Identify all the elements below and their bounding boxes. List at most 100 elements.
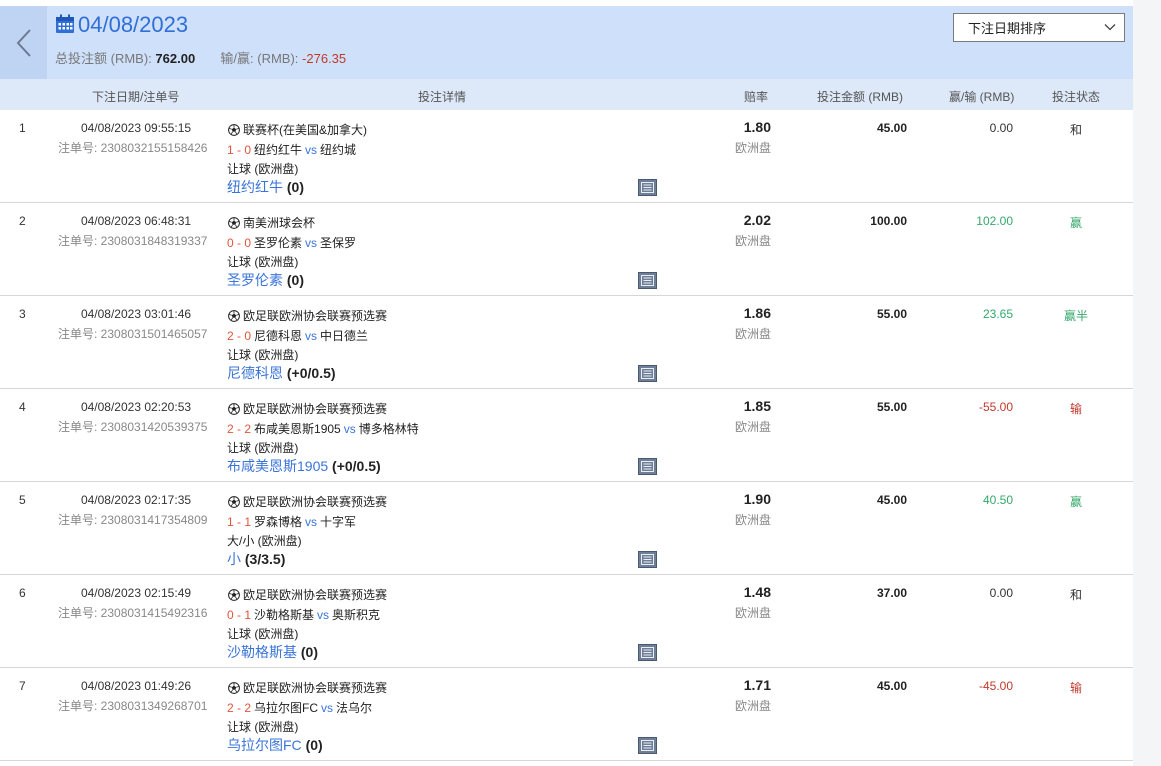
bet-summary: 总投注额 (RMB): 762.00 输/赢: (RMB): -276.35 xyxy=(55,48,346,67)
bet-row: 5 04/08/2023 02:17:35 注单号: 2308031417354… xyxy=(0,482,1133,575)
total-stake-label: 总投注额 (RMB): xyxy=(55,51,152,66)
col-date-order: 下注日期/注单号 xyxy=(92,90,180,104)
winloss-amount: 0.00 xyxy=(989,586,1013,600)
match-score: 1 - 1 xyxy=(227,515,252,529)
stake-amount: 45.00 xyxy=(876,121,907,135)
match-score: 2 - 0 xyxy=(227,329,252,343)
match-line: 0 - 0 圣罗伦素 vs 圣保罗 xyxy=(227,234,356,251)
odds-type: 欧洲盘 xyxy=(734,699,771,713)
soccer-ball-icon xyxy=(228,588,240,601)
ticket-icon xyxy=(641,647,654,658)
odds-value: 1.86 xyxy=(743,305,771,321)
vs-label: vs xyxy=(305,329,318,343)
odds-value: 1.85 xyxy=(743,398,771,414)
winloss-amount: 0.00 xyxy=(989,121,1013,135)
winloss-amount: 23.65 xyxy=(982,307,1013,321)
bet-row: 1 04/08/2023 09:55:15 注单号: 2308032155158… xyxy=(0,110,1133,203)
bet-row: 2 04/08/2023 06:48:31 注单号: 2308031848319… xyxy=(0,203,1133,296)
market-type: 让球 (欧洲盘) xyxy=(227,720,299,734)
pick-handicap: (0) xyxy=(286,179,305,195)
bet-selection: 纽约红牛 (0) xyxy=(227,177,304,197)
order-number: 注单号: 2308031501465057 xyxy=(58,327,208,341)
order-number: 注单号: 2308032155158426 xyxy=(58,141,208,155)
league-name: 联赛杯(在美国&加拿大) xyxy=(228,121,367,138)
ticket-icon xyxy=(641,182,654,193)
bet-selection: 沙勒格斯基 (0) xyxy=(227,642,318,662)
bet-status: 和 xyxy=(1069,123,1082,137)
bet-ticket-button[interactable] xyxy=(638,365,657,382)
league-label: 欧足联欧洲协会联赛预选赛 xyxy=(243,495,388,509)
winloss-amount: 40.50 xyxy=(982,493,1013,507)
sort-selected-value: 下注日期排序 xyxy=(968,21,1047,36)
soccer-ball-icon xyxy=(228,123,240,136)
stake-amount: 100.00 xyxy=(870,214,907,228)
pick-team: 纽约红牛 xyxy=(227,179,283,195)
stake-amount: 37.00 xyxy=(876,586,907,600)
stake-amount: 45.00 xyxy=(876,493,907,507)
home-team: 纽约红牛 xyxy=(254,143,303,157)
market-type: 大/小 (欧洲盘) xyxy=(227,534,302,548)
vs-label: vs xyxy=(321,701,334,715)
col-status: 投注状态 xyxy=(1052,90,1101,104)
winloss-amount: 102.00 xyxy=(976,214,1013,228)
total-stake-value: 762.00 xyxy=(155,51,196,66)
bet-row: 7 04/08/2023 01:49:26 注单号: 2308031349268… xyxy=(0,668,1133,761)
odds-type: 欧洲盘 xyxy=(734,513,771,527)
date-title: 04/08/2023 xyxy=(78,12,189,37)
winloss-label: 输/赢: (RMB): xyxy=(220,51,299,66)
league-name: 欧足联欧洲协会联赛预选赛 xyxy=(228,400,387,417)
match-score: 0 - 0 xyxy=(227,236,252,250)
pick-handicap: (0) xyxy=(300,644,319,660)
match-line: 2 - 2 布咸美恩斯1905 vs 博多格林特 xyxy=(227,420,419,437)
match-line: 2 - 0 尼德科恩 vs 中日德兰 xyxy=(227,327,368,344)
bet-selection: 布咸美恩斯1905 (+0/0.5) xyxy=(227,456,381,476)
vs-label: vs xyxy=(317,608,330,622)
away-team: 法乌尔 xyxy=(336,701,373,715)
bet-status: 赢半 xyxy=(1063,309,1088,323)
market-type: 让球 (欧洲盘) xyxy=(227,162,299,176)
market-type: 让球 (欧洲盘) xyxy=(227,348,299,362)
league-label: 欧足联欧洲协会联赛预选赛 xyxy=(243,402,388,416)
away-team: 纽约城 xyxy=(320,143,357,157)
odds-value: 1.80 xyxy=(743,119,771,135)
league-name: 欧足联欧洲协会联赛预选赛 xyxy=(228,586,387,603)
pick-team: 沙勒格斯基 xyxy=(227,644,297,660)
chevron-down-icon xyxy=(1104,24,1116,31)
bet-ticket-button[interactable] xyxy=(638,551,657,568)
bet-ticket-button[interactable] xyxy=(638,737,657,754)
home-team: 沙勒格斯基 xyxy=(254,608,315,622)
bet-status: 和 xyxy=(1069,588,1082,602)
bet-ticket-button[interactable] xyxy=(638,179,657,196)
soccer-ball-icon xyxy=(228,309,240,322)
pick-team: 尼德科恩 xyxy=(227,365,283,381)
ticket-icon xyxy=(641,368,654,379)
pick-team: 小 xyxy=(227,551,241,567)
back-button[interactable] xyxy=(0,6,47,79)
winloss-amount: -55.00 xyxy=(978,400,1013,414)
bet-row: 3 04/08/2023 03:01:46 注单号: 2308031501465… xyxy=(0,296,1133,389)
bet-ticket-button[interactable] xyxy=(638,458,657,475)
stake-amount: 55.00 xyxy=(876,400,907,414)
bet-history-panel: 04/08/2023 总投注额 (RMB): 762.00 输/赢: (RMB)… xyxy=(0,6,1133,766)
soccer-ball-icon xyxy=(228,495,240,508)
soccer-ball-icon xyxy=(228,216,240,229)
sort-dropdown[interactable]: 下注日期排序 xyxy=(953,13,1125,42)
order-number: 注单号: 2308031415492316 xyxy=(58,606,208,620)
soccer-ball-icon xyxy=(228,402,240,415)
bet-row: 6 04/08/2023 02:15:49 注单号: 2308031415492… xyxy=(0,575,1133,668)
pick-team: 乌拉尔图FC xyxy=(227,737,302,753)
stake-amount: 45.00 xyxy=(876,679,907,693)
home-team: 尼德科恩 xyxy=(254,329,303,343)
winloss-value: -276.35 xyxy=(302,51,347,66)
home-team: 乌拉尔图FC xyxy=(254,701,319,715)
pick-team: 布咸美恩斯1905 xyxy=(227,458,329,474)
bet-ticket-button[interactable] xyxy=(638,644,657,661)
col-stake: 投注金额 (RMB) xyxy=(817,90,903,104)
odds-value: 1.48 xyxy=(743,584,771,600)
match-score: 1 - 0 xyxy=(227,143,252,157)
pick-handicap: (0) xyxy=(305,737,323,753)
vs-label: vs xyxy=(305,515,318,529)
away-team: 圣保罗 xyxy=(320,236,357,250)
bet-status: 赢 xyxy=(1069,495,1082,509)
bet-ticket-button[interactable] xyxy=(638,272,657,289)
